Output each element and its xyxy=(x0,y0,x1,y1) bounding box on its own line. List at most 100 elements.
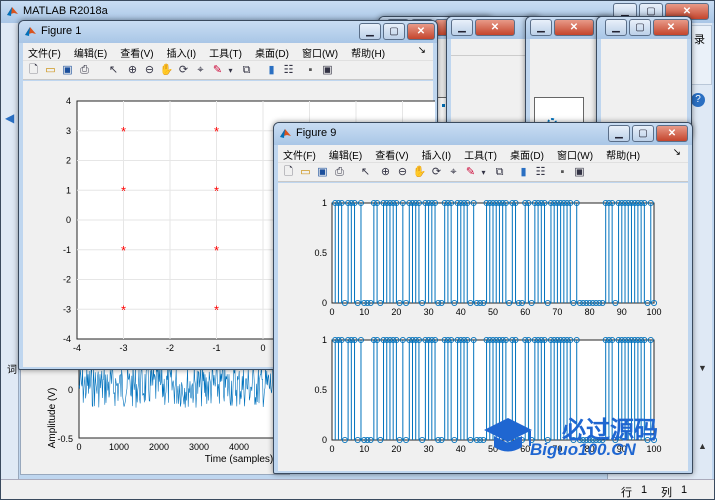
new-figure-icon[interactable]: 🗋 xyxy=(26,63,41,78)
status-row-value: 1 xyxy=(641,484,648,496)
open-file-icon[interactable]: ▭ xyxy=(43,63,58,78)
menu-file[interactable]: 文件(F) xyxy=(23,43,66,60)
data-cursor-icon[interactable]: ⌖ xyxy=(446,165,461,180)
save-icon[interactable]: ▣ xyxy=(60,63,75,78)
menu-desktop[interactable]: 桌面(D) xyxy=(505,145,549,162)
pan-icon[interactable]: ✋ xyxy=(159,63,174,78)
x-tick-label: 30 xyxy=(424,307,434,317)
x-tick-label: 0 xyxy=(329,444,334,454)
menu-file[interactable]: 文件(F) xyxy=(278,145,321,162)
figure-1-maximize-button[interactable]: ▢ xyxy=(383,23,405,40)
menu-window[interactable]: 窗口(W) xyxy=(297,43,343,60)
zoom-out-icon[interactable]: ⊖ xyxy=(142,63,157,78)
legend-icon[interactable]: ☷ xyxy=(533,165,548,180)
print-icon[interactable]: ⎙ xyxy=(332,165,347,180)
x-tick-label: 10 xyxy=(359,307,369,317)
y-tick-label: 1 xyxy=(322,335,327,345)
signal-xtick: 2000 xyxy=(149,442,169,452)
legend-icon[interactable]: ☷ xyxy=(281,63,296,78)
save-icon[interactable]: ▣ xyxy=(315,165,330,180)
hide-tools-icon[interactable]: ▪ xyxy=(555,165,570,180)
hide-tools-icon[interactable]: ▪ xyxy=(303,63,318,78)
y-tick-label: 0 xyxy=(322,298,327,308)
signal-xtick: 0 xyxy=(76,442,81,452)
brush-dropdown-icon[interactable]: ▾ xyxy=(476,165,491,180)
signal-partial-ylabel-char: 词 xyxy=(7,365,17,376)
pointer-icon[interactable]: ↖ xyxy=(106,63,121,78)
colorbar-icon[interactable]: ▮ xyxy=(264,63,279,78)
scroll-up-icon[interactable]: ▲ xyxy=(698,441,707,451)
x-tick-label: 0 xyxy=(260,343,265,353)
menu-dock-icon[interactable]: ↘ xyxy=(413,43,431,56)
colorbar-icon[interactable]: ▮ xyxy=(516,165,531,180)
y-tick-label: 3 xyxy=(66,126,71,136)
menu-view[interactable]: 查看(V) xyxy=(370,145,413,162)
data-point: * xyxy=(214,302,219,317)
new-figure-icon[interactable]: 🗋 xyxy=(281,165,296,180)
menu-help[interactable]: 帮助(H) xyxy=(601,145,645,162)
figure-1-caption[interactable]: Figure 1 ▁ ▢ ✕ xyxy=(19,21,437,43)
data-point: * xyxy=(121,302,126,317)
x-tick-label: -1 xyxy=(212,343,220,353)
figure-9-minimize-button[interactable]: ▁ xyxy=(608,125,630,142)
figure-1-menubar: 文件(F) 编辑(E) 查看(V) 插入(I) 工具(T) 桌面(D) 窗口(W… xyxy=(23,43,433,60)
pointer-icon[interactable]: ↖ xyxy=(358,165,373,180)
scroll-down-icon[interactable]: ▼ xyxy=(698,363,707,373)
data-point: * xyxy=(214,183,219,198)
menu-edit[interactable]: 编辑(E) xyxy=(69,43,112,60)
menu-insert[interactable]: 插入(I) xyxy=(417,145,456,162)
menu-insert[interactable]: 插入(I) xyxy=(162,43,201,60)
help-icon[interactable]: ? xyxy=(691,93,705,107)
show-tools-icon[interactable]: ▣ xyxy=(572,165,587,180)
show-tools-icon[interactable]: ▣ xyxy=(320,63,335,78)
data-cursor-icon[interactable]: ⌖ xyxy=(193,63,208,78)
background-figure-window-4[interactable]: ▁ ▢ ✕ xyxy=(596,16,692,138)
x-tick-label: 80 xyxy=(585,307,595,317)
data-point: * xyxy=(214,124,219,139)
signal-ytick: 0 xyxy=(68,385,73,395)
rotate-icon[interactable]: ⟳ xyxy=(176,63,191,78)
figure-9-caption[interactable]: Figure 9 ▁ ▢ ✕ xyxy=(274,123,692,145)
x-tick-label: 60 xyxy=(520,307,530,317)
pan-icon[interactable]: ✋ xyxy=(412,165,427,180)
matlab-left-strip xyxy=(1,23,19,493)
data-point: * xyxy=(214,243,219,258)
figure-1-minimize-button[interactable]: ▁ xyxy=(359,23,381,40)
x-tick-label: 50 xyxy=(488,307,498,317)
signal-xlabel: Time (samples) xyxy=(205,454,274,465)
menu-edit[interactable]: 编辑(E) xyxy=(324,145,367,162)
y-tick-label: 0 xyxy=(322,435,327,445)
figure-1-toolbar: 🗋 ▭ ▣ ⎙ ↖ ⊕ ⊖ ✋ ⟳ ⌖ ✎ ▾ ⧉ ▮ ☷ ▪ ▣ xyxy=(23,60,433,80)
y-tick-label: 0.5 xyxy=(314,385,327,395)
menu-tools[interactable]: 工具(T) xyxy=(459,145,502,162)
figure-9-close-button[interactable]: ✕ xyxy=(656,125,688,142)
back-arrow-icon[interactable]: ◀ xyxy=(5,111,14,125)
menu-dock-icon[interactable]: ↘ xyxy=(668,145,686,158)
x-tick-label: -4 xyxy=(73,343,81,353)
data-point: * xyxy=(121,124,126,139)
brush-dropdown-icon[interactable]: ▾ xyxy=(223,63,238,78)
open-file-icon[interactable]: ▭ xyxy=(298,165,313,180)
print-icon[interactable]: ⎙ xyxy=(77,63,92,78)
link-plot-icon[interactable]: ⧉ xyxy=(492,165,507,180)
x-tick-label: 40 xyxy=(456,444,466,454)
status-bar: 行 1 列 1 xyxy=(1,479,714,499)
figure-1-close-button[interactable]: ✕ xyxy=(407,23,435,40)
y-tick-label: -3 xyxy=(63,304,71,314)
menu-view[interactable]: 查看(V) xyxy=(115,43,158,60)
status-col-value: 1 xyxy=(681,484,688,496)
zoom-in-icon[interactable]: ⊕ xyxy=(125,63,140,78)
zoom-in-icon[interactable]: ⊕ xyxy=(378,165,393,180)
rotate-icon[interactable]: ⟳ xyxy=(429,165,444,180)
menu-help[interactable]: 帮助(H) xyxy=(346,43,390,60)
link-plot-icon[interactable]: ⧉ xyxy=(239,63,254,78)
x-tick-label: -2 xyxy=(166,343,174,353)
figure-icon xyxy=(25,27,36,36)
figure-9-title: Figure 9 xyxy=(296,127,337,139)
menu-tools[interactable]: 工具(T) xyxy=(204,43,247,60)
menu-window[interactable]: 窗口(W) xyxy=(552,145,598,162)
figure-9-maximize-button[interactable]: ▢ xyxy=(632,125,654,142)
zoom-out-icon[interactable]: ⊖ xyxy=(395,165,410,180)
menu-desktop[interactable]: 桌面(D) xyxy=(250,43,294,60)
signal-xtick: 3000 xyxy=(189,442,209,452)
